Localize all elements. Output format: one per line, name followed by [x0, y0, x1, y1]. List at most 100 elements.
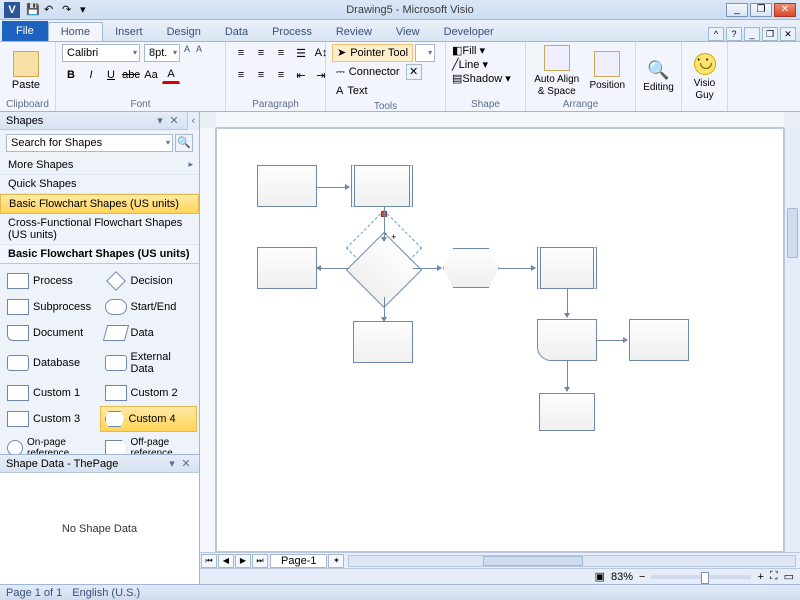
position-button[interactable]: Position	[585, 51, 629, 91]
node-document-1[interactable]	[537, 319, 597, 361]
undo-icon[interactable]: ↶	[44, 3, 58, 17]
search-icon[interactable]: 🔍	[175, 134, 193, 152]
tab-review[interactable]: Review	[324, 23, 384, 41]
pane-menu-icon[interactable]: ▾	[153, 114, 167, 127]
first-page-button[interactable]: ⏮	[201, 554, 217, 568]
connector-3[interactable]	[384, 207, 385, 241]
align-left-icon[interactable]: ≡	[232, 66, 250, 84]
basic-flowchart-category[interactable]: Basic Flowchart Shapes (US units)	[0, 194, 199, 214]
shape-custom4[interactable]: Custom 4	[100, 406, 198, 432]
qat-more-icon[interactable]: ▾	[80, 3, 94, 17]
fit-page-icon[interactable]: ⛶	[770, 570, 778, 583]
zoom-in-button[interactable]: +	[757, 571, 763, 583]
line-button[interactable]: ╱Line ▾	[452, 58, 488, 71]
shape-database[interactable]: Database	[2, 346, 100, 380]
quick-access-toolbar[interactable]: 💾 ↶ ↷ ▾	[26, 3, 94, 17]
search-shapes-input[interactable]: Search for Shapes	[6, 134, 173, 152]
close-button[interactable]: ✕	[774, 3, 796, 17]
tab-data[interactable]: Data	[213, 23, 260, 41]
next-page-button[interactable]: ▶	[235, 554, 251, 568]
doc-restore-button[interactable]: ❐	[762, 27, 778, 41]
vertical-scrollbar[interactable]	[784, 128, 800, 552]
pointer-tool-button[interactable]: ➤Pointer Tool	[332, 44, 413, 62]
v-scroll-thumb[interactable]	[787, 208, 798, 258]
fill-button[interactable]: ◧Fill ▾	[452, 44, 485, 57]
connector-5[interactable]	[499, 268, 535, 269]
zoom-level[interactable]: 83%	[611, 571, 633, 583]
node-process-1[interactable]	[257, 165, 317, 207]
shape-custom1[interactable]: Custom 1	[2, 380, 100, 406]
horizontal-scrollbar[interactable]	[348, 555, 796, 567]
ruler-vertical[interactable]	[200, 128, 216, 552]
visio-guy-button[interactable]: Visio Guy	[688, 53, 721, 101]
new-page-button[interactable]: ✶	[328, 554, 344, 568]
connector-tool-button[interactable]: ⎓Connector	[332, 63, 404, 81]
bullets-icon[interactable]: ☰	[292, 44, 310, 62]
auto-align-button[interactable]: Auto Align & Space	[532, 45, 581, 97]
doc-close-button[interactable]: ✕	[780, 27, 796, 41]
paste-button[interactable]: Paste	[6, 51, 46, 91]
page-tab-1[interactable]: Page-1	[270, 554, 327, 568]
underline-button[interactable]: U	[102, 66, 120, 84]
shape-offpage-ref[interactable]: Off-page reference	[100, 432, 198, 454]
node-process-7[interactable]	[539, 393, 595, 431]
connector-7[interactable]	[567, 289, 568, 317]
align-middle-icon[interactable]: ≡	[252, 44, 270, 62]
node-process-2[interactable]	[351, 165, 413, 207]
redo-icon[interactable]: ↷	[62, 3, 76, 17]
zoom-out-button[interactable]: −	[639, 571, 645, 583]
grow-font-icon[interactable]: A	[184, 44, 194, 54]
shape-custom3[interactable]: Custom 3	[2, 406, 100, 432]
tab-view[interactable]: View	[384, 23, 432, 41]
last-page-button[interactable]: ⏭	[252, 554, 268, 568]
strike-button[interactable]: abc	[122, 66, 140, 84]
ruler-horizontal[interactable]	[216, 112, 784, 128]
tab-developer[interactable]: Developer	[432, 23, 506, 41]
ribbon-help-button[interactable]: ?	[726, 27, 742, 41]
connector-1[interactable]	[317, 187, 349, 188]
collapse-panel-button[interactable]: ‹	[187, 112, 199, 130]
shape-data[interactable]: Data	[100, 320, 198, 346]
fullscreen-icon[interactable]: ▭	[784, 570, 794, 583]
node-process-6[interactable]	[629, 319, 689, 361]
connector-4[interactable]	[413, 268, 441, 269]
align-center-icon[interactable]: ≡	[252, 66, 270, 84]
shape-onpage-ref[interactable]: On-page reference	[2, 432, 100, 454]
status-language[interactable]: English (U.S.)	[72, 587, 140, 599]
node-process-3[interactable]	[257, 247, 317, 289]
pointer-tool-dropdown[interactable]	[415, 44, 435, 62]
decrease-indent-icon[interactable]: ⇤	[292, 66, 310, 84]
font-color-button[interactable]: A	[162, 66, 180, 84]
pane-close-icon[interactable]: ✕	[167, 114, 181, 127]
font-size-combo[interactable]: 8pt.	[144, 44, 180, 62]
tab-insert[interactable]: Insert	[103, 23, 155, 41]
node-hex-1[interactable]	[443, 248, 499, 288]
more-shapes-item[interactable]: More Shapes	[0, 156, 199, 175]
connector-8[interactable]	[597, 340, 627, 341]
italic-button[interactable]: I	[82, 66, 100, 84]
ribbon-minimize-button[interactable]: ^	[708, 27, 724, 41]
restore-button[interactable]: ❐	[750, 3, 772, 17]
h-scroll-thumb[interactable]	[483, 556, 583, 566]
shrink-font-icon[interactable]: A	[196, 44, 206, 54]
shape-decision[interactable]: Decision	[100, 268, 198, 294]
drawing-canvas[interactable]: ↖+	[216, 128, 784, 552]
tab-process[interactable]: Process	[260, 23, 324, 41]
shape-external-data[interactable]: External Data	[100, 346, 198, 380]
tab-file[interactable]: File	[2, 21, 48, 41]
quick-shapes-item[interactable]: Quick Shapes	[0, 175, 199, 194]
align-bottom-icon[interactable]: ≡	[272, 44, 290, 62]
shape-subprocess[interactable]: Subprocess	[2, 294, 100, 320]
shape-process[interactable]: Process	[2, 268, 100, 294]
cross-functional-category[interactable]: Cross-Functional Flowchart Shapes (US un…	[0, 214, 199, 245]
shape-startend[interactable]: Start/End	[100, 294, 198, 320]
tool-cancel-button[interactable]: ✕	[406, 64, 422, 80]
text-tool-button[interactable]: AText	[332, 82, 372, 100]
shape-document[interactable]: Document	[2, 320, 100, 346]
connector-6[interactable]	[384, 297, 385, 321]
doc-minimize-button[interactable]: _	[744, 27, 760, 41]
shape-custom2[interactable]: Custom 2	[100, 380, 198, 406]
node-process-4[interactable]	[537, 247, 597, 289]
bold-button[interactable]: B	[62, 66, 80, 84]
zoom-slider[interactable]	[651, 575, 751, 579]
